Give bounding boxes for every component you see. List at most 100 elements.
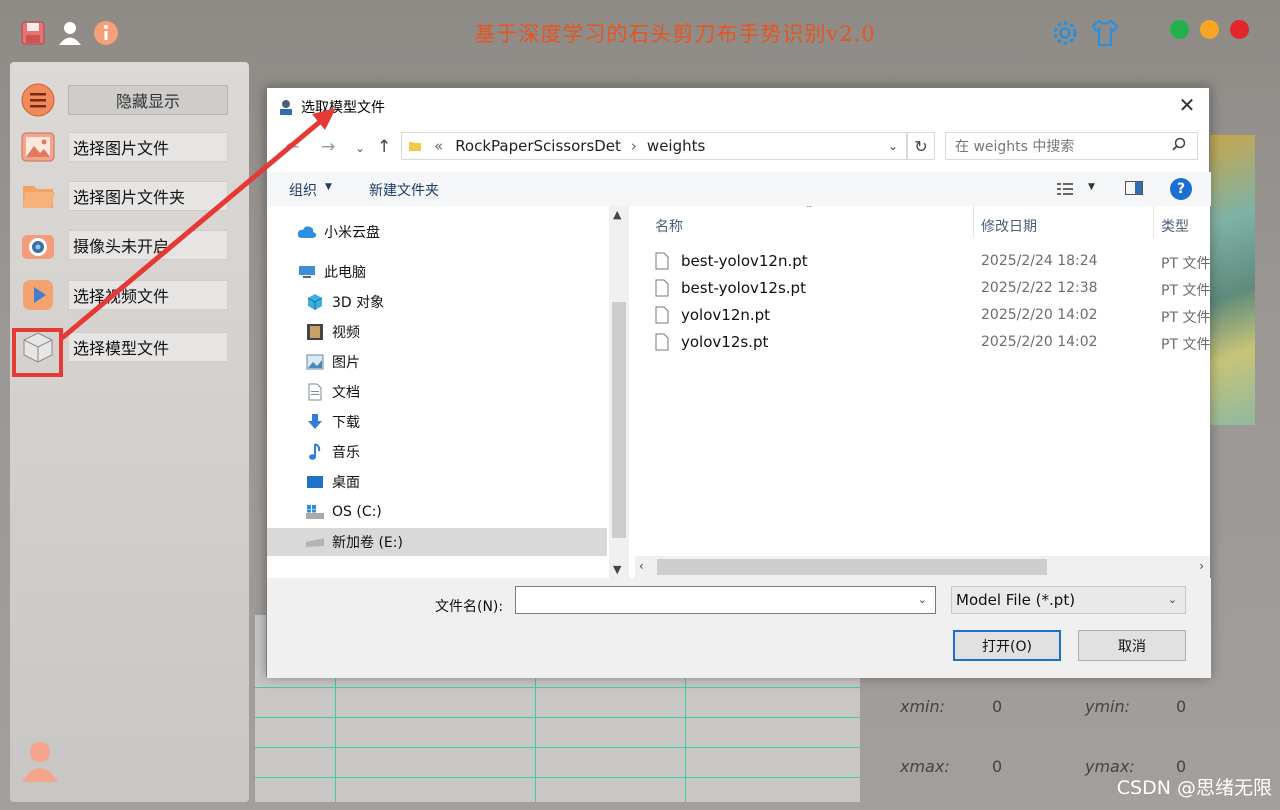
file-date: 2025/2/20 14:02	[981, 334, 1098, 350]
address-bar[interactable]: « RockPaperScissorsDet › weights ⌄	[401, 132, 907, 160]
file-name: yolov12s.pt	[681, 333, 769, 351]
file-type: PT 文件	[1161, 283, 1210, 299]
tree-scrollbar[interactable]: ▲ ▼	[609, 206, 629, 578]
ymin-label: ymin:	[1085, 697, 1131, 716]
app-title: 基于深度学习的石头剪刀布手势识别v2.0	[474, 22, 876, 46]
sidebar-item-label[interactable]: 选择图片文件	[68, 132, 228, 162]
window-close-button[interactable]	[1230, 20, 1249, 39]
tree-item-videos[interactable]: 视频	[305, 318, 631, 346]
column-header-date[interactable]: 修改日期	[981, 216, 1037, 236]
scroll-thumb[interactable]	[612, 302, 626, 538]
window-min-button[interactable]	[1170, 20, 1189, 39]
result-image	[1205, 135, 1255, 425]
breadcrumb-item[interactable]: RockPaperScissorsDet	[455, 137, 621, 155]
file-name: best-yolov12s.pt	[681, 279, 806, 297]
search-icon[interactable]	[1171, 137, 1187, 157]
xmax-label: xmax:	[900, 757, 950, 776]
tree-item-label: 小米云盘	[324, 225, 380, 241]
file-icon	[655, 333, 669, 351]
tree-item-label: 视频	[332, 325, 360, 341]
menu-icon	[18, 80, 58, 120]
open-button[interactable]: 打开(O)	[953, 630, 1061, 661]
up-icon[interactable]: ↑	[377, 137, 391, 157]
file-row[interactable]: yolov12n.pt 2025/2/20 14:02 PT 文件	[655, 302, 1210, 328]
window-max-button[interactable]	[1200, 20, 1219, 39]
tree-item-music[interactable]: 音乐	[305, 438, 631, 466]
sidebar-item-image-folder[interactable]: 选择图片文件夹	[18, 176, 238, 216]
file-list: ⌃ 名称 修改日期 类型 best-yolov12n.pt 2025/2/24 …	[635, 206, 1210, 578]
user-avatar-icon[interactable]	[20, 740, 60, 784]
file-icon	[655, 279, 669, 297]
refresh-icon[interactable]: ↻	[907, 132, 935, 160]
sidebar-item-video-file[interactable]: 选择视频文件	[18, 275, 238, 315]
tree-item-documents[interactable]: 文档	[305, 378, 631, 406]
xmin-value: 0	[992, 697, 1003, 716]
forward-icon[interactable]: →	[321, 137, 335, 157]
filename-label: 文件名(N):	[435, 599, 504, 615]
sidebar-item-label[interactable]: 隐藏显示	[68, 85, 228, 115]
scroll-up-icon[interactable]: ▲	[613, 208, 621, 221]
column-header-type[interactable]: 类型	[1161, 216, 1189, 236]
chevron-down-icon[interactable]: ▼	[1088, 182, 1095, 192]
chevron-down-icon[interactable]: ⌄	[888, 139, 898, 153]
tree-item-drive-e[interactable]: 新加卷 (E:)	[267, 528, 607, 556]
tree-item-xiaomi-cloud[interactable]: 小米云盘	[297, 218, 631, 246]
sidebar-item-label[interactable]: 选择模型文件	[68, 332, 228, 362]
sidebar-item-image-file[interactable]: 选择图片文件	[18, 127, 238, 167]
cancel-button[interactable]: 取消	[1078, 630, 1186, 661]
gear-icon[interactable]	[1050, 18, 1080, 48]
tree-item-label: 新加卷 (E:)	[332, 535, 403, 551]
folder-icon	[408, 139, 422, 153]
file-type: PT 文件	[1161, 337, 1210, 353]
file-row[interactable]: best-yolov12s.pt 2025/2/22 12:38 PT 文件	[655, 275, 1210, 301]
tree-item-pictures[interactable]: 图片	[305, 348, 631, 376]
sidebar-item-label[interactable]: 选择视频文件	[68, 280, 228, 310]
back-icon[interactable]: ←	[285, 137, 299, 157]
tree-item-downloads[interactable]: 下载	[305, 408, 631, 436]
file-type-select[interactable]: Model File (*.pt) ⌄	[951, 586, 1186, 614]
app-icon	[277, 98, 295, 116]
organize-button[interactable]: 组织	[289, 180, 317, 200]
xmax-value: 0	[992, 757, 1003, 776]
user-icon[interactable]	[55, 18, 85, 48]
scroll-thumb[interactable]	[657, 559, 1047, 575]
new-folder-button[interactable]: 新建文件夹	[369, 180, 439, 200]
scroll-right-icon[interactable]: ›	[1199, 559, 1204, 573]
chevron-down-icon: ▼	[325, 182, 332, 192]
tree-item-drive-c[interactable]: OS (C:)	[305, 498, 631, 526]
tree-item-this-pc[interactable]: 此电脑	[297, 258, 631, 286]
close-icon[interactable]: ✕	[1175, 94, 1199, 118]
sidebar-item-label[interactable]: 选择图片文件夹	[68, 181, 228, 211]
tree-item-label: 3D 对象	[332, 295, 385, 311]
cloud-icon	[297, 223, 317, 241]
search-input[interactable]: 在 weights 中搜索	[945, 132, 1198, 160]
preview-pane-icon[interactable]	[1125, 180, 1143, 200]
file-type: PT 文件	[1161, 256, 1210, 272]
cube3d-icon	[305, 293, 325, 311]
sidebar-item-toggle[interactable]: 隐藏显示	[18, 80, 238, 120]
breadcrumb-overflow[interactable]: «	[434, 137, 443, 155]
scroll-down-icon[interactable]: ▼	[613, 563, 621, 576]
column-header-name[interactable]: 名称	[655, 216, 683, 236]
sidebar-item-label[interactable]: 摄像头未开启	[68, 230, 228, 260]
view-options-icon[interactable]	[1057, 181, 1077, 200]
image-icon	[18, 127, 58, 167]
chevron-down-icon[interactable]: ⌄	[355, 141, 365, 155]
tree-item-label: 文档	[332, 385, 360, 401]
shirt-icon[interactable]	[1090, 18, 1120, 48]
info-icon[interactable]	[91, 18, 121, 48]
tree-item-desktop[interactable]: 桌面	[305, 468, 631, 496]
help-icon[interactable]: ?	[1170, 178, 1192, 200]
desktop-icon	[305, 473, 325, 491]
dialog-footer: 文件名(N): ⌄ Model File (*.pt) ⌄ 打开(O) 取消	[267, 578, 1211, 678]
file-list-hscrollbar[interactable]: ‹ ›	[635, 556, 1210, 578]
scroll-left-icon[interactable]: ‹	[639, 559, 644, 573]
file-row[interactable]: best-yolov12n.pt 2025/2/24 18:24 PT 文件	[655, 248, 1210, 274]
chevron-down-icon[interactable]: ⌄	[918, 593, 927, 606]
breadcrumb-item[interactable]: weights	[647, 137, 705, 155]
sidebar-item-camera[interactable]: 摄像头未开启	[18, 225, 238, 265]
file-row[interactable]: yolov12s.pt 2025/2/20 14:02 PT 文件	[655, 329, 1210, 355]
tree-item-3d-objects[interactable]: 3D 对象	[305, 288, 631, 316]
save-icon[interactable]	[18, 18, 48, 48]
filename-input[interactable]: ⌄	[515, 586, 936, 614]
